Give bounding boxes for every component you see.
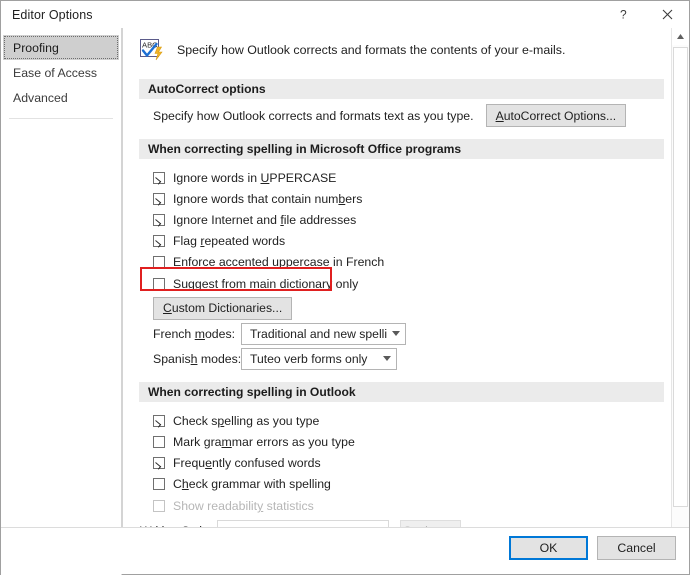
ok-button[interactable]: OK: [509, 536, 588, 560]
custom-dictionaries-button[interactable]: Custom Dictionaries...: [153, 296, 293, 320]
french-modes-label: French modes:: [153, 326, 236, 341]
checkbox-label: Frequently confused words: [173, 455, 321, 470]
chevron-down-icon: [378, 356, 396, 361]
checkbox-label: Show readability statistics: [173, 499, 314, 513]
sidebar-item-ease-of-access[interactable]: Ease of Access: [1, 60, 121, 85]
spanish-modes-label: Spanish modes:: [153, 351, 242, 366]
checkbox-box[interactable]: [153, 477, 165, 490]
checkbox-ignore-internet-addresses[interactable]: Ignore Internet and file addresses: [123, 209, 673, 230]
sidebar-item-label: Ease of Access: [13, 65, 98, 80]
checkbox-label: Mark grammar errors as you type: [173, 434, 355, 449]
outlook-section-header: When correcting spelling in Outlook: [139, 382, 664, 402]
french-modes-select[interactable]: Traditional and new spellings: [241, 322, 406, 345]
checkbox-box[interactable]: [153, 277, 165, 290]
checkbox-box[interactable]: [153, 456, 165, 469]
spanish-modes-row: Spanish modes: Tuteo verb forms only: [123, 346, 673, 371]
checkbox-label: Suggest from main dictionary only: [173, 276, 359, 291]
autocorrect-options-button-accel: A: [495, 108, 504, 123]
scrollbar-thumb[interactable]: [673, 47, 688, 507]
checkbox-flag-repeated-words[interactable]: Flag repeated words: [123, 230, 673, 251]
checkbox-suggest-main-dictionary-only[interactable]: Suggest from main dictionary only: [123, 272, 673, 295]
sidebar-nav: Proofing Ease of Access Advanced: [1, 28, 122, 575]
checkbox-label: Ignore Internet and file addresses: [173, 212, 357, 227]
checkbox-box[interactable]: [153, 435, 165, 448]
checkbox-box[interactable]: [153, 234, 165, 247]
autocorrect-description: Specify how Outlook corrects and formats…: [153, 108, 474, 123]
checkbox-show-readability-statistics: Show readability statistics: [123, 494, 673, 518]
chevron-down-icon: [387, 331, 405, 336]
close-icon[interactable]: [645, 1, 689, 28]
abc-spellcheck-icon: ABC: [140, 39, 166, 63]
french-modes-value: Traditional and new spellings: [250, 326, 387, 341]
spanish-modes-value: Tuteo verb forms only: [250, 351, 368, 366]
question-mark-icon[interactable]: ?: [601, 1, 645, 28]
intro-description: Specify how Outlook corrects and formats…: [177, 43, 566, 57]
autocorrect-options-button-label: utoCorrect Options...: [503, 108, 617, 123]
proofing-options-pane: ABC Specify how Outlook corrects and for…: [122, 28, 689, 547]
sidebar-item-advanced[interactable]: Advanced: [1, 85, 121, 110]
svg-text:?: ?: [620, 8, 627, 21]
checkbox-box[interactable]: [153, 255, 165, 268]
title-bar-buttons: ?: [601, 1, 689, 28]
checkbox-ignore-numbers[interactable]: Ignore words that contain numbers: [123, 188, 673, 209]
sidebar-divider: [9, 118, 113, 119]
checkbox-box[interactable]: [153, 213, 165, 226]
scrollbar-track[interactable]: [672, 45, 689, 530]
dialog-footer: OK Cancel: [1, 527, 689, 574]
chevron-up-icon[interactable]: [672, 28, 689, 45]
checkbox-box[interactable]: [153, 192, 165, 205]
checkbox-frequently-confused-words[interactable]: Frequently confused words: [123, 452, 673, 473]
vertical-scrollbar[interactable]: [671, 28, 689, 547]
spanish-modes-select[interactable]: Tuteo verb forms only: [241, 347, 397, 370]
checkbox-label: Check grammar with spelling: [173, 476, 331, 491]
french-modes-row: French modes: Traditional and new spelli…: [123, 321, 673, 346]
checkbox-ignore-uppercase[interactable]: Ignore words in UPPERCASE: [123, 167, 673, 188]
checkbox-label: Check spelling as you type: [173, 413, 320, 428]
checkbox-box: [153, 500, 165, 512]
sidebar-item-label: Advanced: [13, 90, 68, 105]
editor-options-dialog: Editor Options ? Proofing Ease of Access: [0, 0, 690, 575]
checkbox-enforce-accented-uppercase-french[interactable]: Enforce accented uppercase in French: [123, 251, 673, 272]
page-title: Editor Options: [12, 7, 93, 22]
checkbox-check-spelling-as-you-type[interactable]: Check spelling as you type: [123, 410, 673, 431]
intro-row: ABC Specify how Outlook corrects and for…: [123, 28, 673, 63]
checkbox-box[interactable]: [153, 171, 165, 184]
custom-dictionaries-accel: C: [163, 301, 172, 315]
autocorrect-description-row: Specify how Outlook corrects and formats…: [123, 99, 673, 132]
checkbox-check-grammar-with-spelling[interactable]: Check grammar with spelling: [123, 473, 673, 494]
cancel-button[interactable]: Cancel: [597, 536, 676, 560]
checkbox-label: Ignore words in UPPERCASE: [173, 170, 337, 185]
checkbox-label: Enforce accented uppercase in French: [173, 254, 385, 269]
footer-buttons: OK Cancel: [509, 536, 676, 560]
autocorrect-options-button[interactable]: AutoCorrect Options...: [485, 104, 627, 127]
custom-dictionaries-label: ustom Dictionaries...: [171, 301, 283, 315]
office-section-header: When correcting spelling in Microsoft Of…: [139, 139, 664, 159]
sidebar-item-label: Proofing: [13, 40, 59, 55]
checkbox-mark-grammar-errors[interactable]: Mark grammar errors as you type: [123, 431, 673, 452]
custom-dictionaries-row: Custom Dictionaries...: [123, 295, 673, 321]
pane-content: ABC Specify how Outlook corrects and for…: [123, 28, 673, 547]
checkbox-box[interactable]: [153, 414, 165, 427]
checkbox-label: Ignore words that contain numbers: [173, 191, 363, 206]
checkbox-label: Flag repeated words: [173, 233, 286, 248]
autocorrect-section-header: AutoCorrect options: [139, 79, 664, 99]
sidebar-item-proofing[interactable]: Proofing: [3, 35, 119, 60]
title-bar: Editor Options ?: [1, 1, 689, 28]
